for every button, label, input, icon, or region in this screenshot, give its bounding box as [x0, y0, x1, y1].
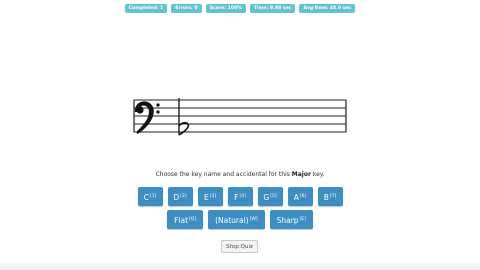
button-label: (Natural): [215, 216, 249, 225]
button-label: A: [293, 193, 299, 202]
shortcut-hint: [Q]: [189, 217, 197, 222]
bass-clef-icon: [134, 101, 160, 135]
note-a-button[interactable]: A[6]: [287, 187, 313, 206]
button-label: D: [173, 193, 180, 202]
time-stat: Time: 9.98 sec: [249, 4, 296, 13]
note-buttons: C[1] D[2] E[3] F[4] G[5] A[6] B[7]: [0, 187, 480, 206]
note-c-button[interactable]: C[1]: [137, 187, 163, 206]
shortcut-hint: [W]: [249, 217, 258, 222]
button-label: C: [143, 193, 149, 202]
note-b-button[interactable]: B[7]: [317, 187, 343, 206]
errors-stat: Errors: 0: [171, 4, 202, 13]
note-d-button[interactable]: D[2]: [167, 187, 193, 206]
flat-icon: [178, 98, 190, 136]
button-label: G: [263, 193, 270, 202]
button-label: F: [234, 193, 239, 202]
note-f-button[interactable]: F[4]: [227, 187, 253, 206]
note-g-button[interactable]: G[5]: [257, 187, 283, 206]
page-bottom-edge: [0, 260, 480, 270]
avg-time-stat: Avg time: 44.0 sec: [299, 4, 356, 13]
key-type: Major: [291, 171, 311, 178]
shortcut-hint: [5]: [270, 194, 277, 199]
shortcut-hint: [6]: [299, 194, 307, 199]
shortcut-hint: [1]: [149, 194, 157, 199]
button-label: B: [323, 193, 329, 202]
prompt-suffix: key.: [310, 171, 325, 178]
button-label: E: [203, 193, 209, 202]
stop-quiz-button[interactable]: Stop Quiz: [221, 240, 258, 253]
completed-stat: Completed: 1: [124, 4, 168, 13]
shortcut-hint: [7]: [329, 194, 337, 199]
shortcut-hint: [3]: [209, 194, 217, 199]
stats-bar: Completed: 1 Errors: 0 Score: 100% Time:…: [0, 4, 480, 13]
note-e-button[interactable]: E[3]: [197, 187, 223, 206]
shortcut-hint: [2]: [180, 194, 187, 199]
button-label: Flat: [174, 216, 189, 225]
accidental-buttons: Flat[Q] (Natural)[W] Sharp[E]: [0, 210, 480, 229]
button-label: Sharp: [276, 216, 299, 225]
sharp-button[interactable]: Sharp[E]: [269, 210, 313, 229]
prompt-text: Choose the key name and accidental for t…: [155, 171, 292, 178]
question-prompt: Choose the key name and accidental for t…: [0, 171, 480, 178]
shortcut-hint: [4]: [239, 194, 246, 199]
music-staff: [133, 98, 347, 136]
score-stat: Score: 100%: [205, 4, 246, 13]
natural-button[interactable]: (Natural)[W]: [208, 210, 265, 229]
shortcut-hint: [E]: [299, 217, 306, 222]
flat-button[interactable]: Flat[Q]: [167, 210, 204, 229]
